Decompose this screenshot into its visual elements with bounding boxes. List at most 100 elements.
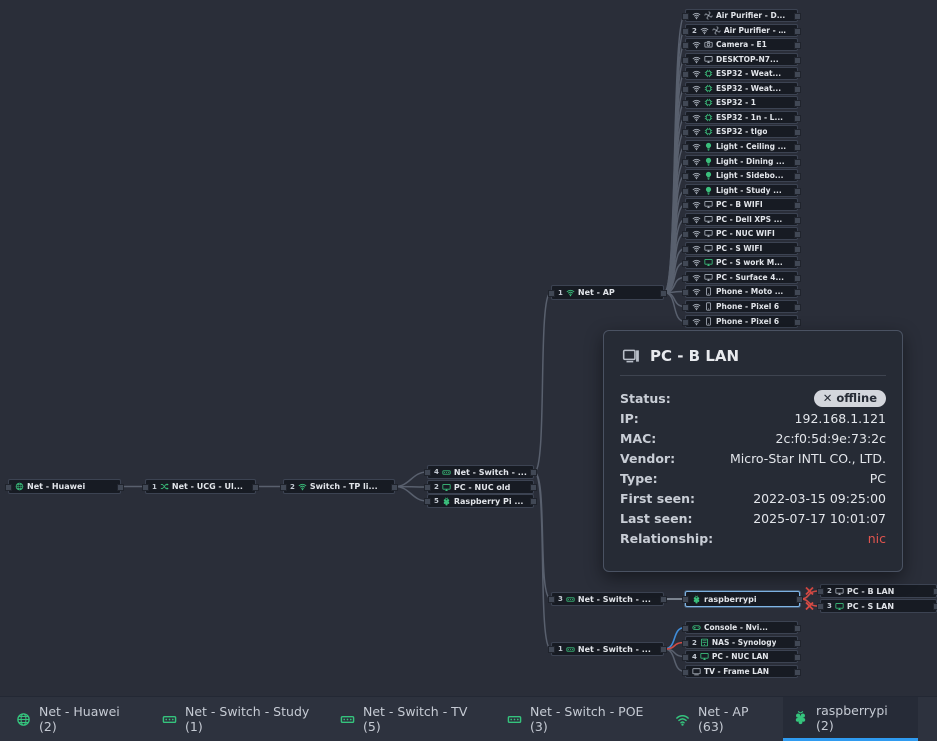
node-esp32-1[interactable]: ESP32 - 1 [685, 96, 798, 109]
node-label: PC - B LAN [847, 587, 895, 596]
node-label: Light - Sidebo... [716, 171, 783, 180]
wifi-icon [692, 142, 701, 151]
tab-net-huawei[interactable]: Net - Huawei (2) [6, 697, 146, 741]
node-net-ucg[interactable]: 1Net - UCG - Ul... [145, 479, 256, 494]
node-raspberrypi[interactable]: raspberrypi [685, 591, 800, 607]
node-pc-surface[interactable]: PC - Surface 4... [685, 271, 798, 284]
node-console-nvidia[interactable]: Console - Nvi... [685, 621, 798, 634]
node-net-switch-rpi[interactable]: 3Net - Switch - ... [551, 592, 664, 606]
tab-net-ap[interactable]: Net - AP (63) [665, 697, 773, 741]
node-air-purifier-x[interactable]: 2Air Purifier - X... [685, 24, 798, 37]
tab-net-switch-study[interactable]: Net - Switch - Study (1) [152, 697, 322, 741]
popup-row-first-seen: First seen:2022-03-15 09:25:00 [620, 488, 886, 508]
lightbulb-icon [704, 186, 713, 195]
node-phone-moto[interactable]: Phone - Moto ... [685, 285, 798, 298]
node-pc-b-lan[interactable]: 2 PC - B LAN [820, 584, 937, 598]
tab-raspberrypi[interactable]: raspberrypi (2) [783, 697, 918, 741]
node-light-study[interactable]: Light - Study ... [685, 184, 798, 197]
node-label: Net - Switch - ... [454, 468, 527, 477]
node-net-switch-tv[interactable]: 1Net - Switch - ... [551, 642, 664, 656]
node-badge: 2 [434, 483, 439, 491]
node-label: Phone - Pixel 6 [716, 317, 779, 326]
camera-icon [704, 40, 713, 49]
wifi-icon [692, 200, 701, 209]
phone-icon [704, 317, 713, 326]
popup-row-relationship: Relationship:nic [620, 528, 886, 548]
network-map-canvas[interactable]: Net - Huawei 1Net - UCG - Ul... 2Switch … [0, 0, 937, 697]
node-label: ESP32 - 1 [716, 98, 756, 107]
node-desktop-n7[interactable]: DESKTOP-N7... [685, 53, 798, 66]
node-light-sideboard[interactable]: Light - Sidebo... [685, 169, 798, 182]
field-label: Last seen: [620, 511, 692, 526]
node-label: Switch - TP li... [310, 482, 378, 491]
wifi-icon [692, 171, 701, 180]
node-nas-synology[interactable]: 2NAS - Synology [685, 636, 798, 649]
switch-icon [162, 712, 177, 727]
globe-icon [16, 712, 31, 727]
tab-net-switch-tv[interactable]: Net - Switch - TV (5) [330, 697, 480, 741]
monitor-icon [704, 258, 713, 267]
monitor-icon [704, 244, 713, 253]
node-raspberry-pi-old[interactable]: 5Raspberry Pi ... [427, 494, 534, 508]
pc-icon [622, 347, 640, 365]
node-label: PC - S work M... [716, 258, 783, 267]
node-label: ESP32 - tlgo [716, 127, 767, 136]
node-esp32-weat-1[interactable]: ESP32 - Weat... [685, 67, 798, 80]
wifi-icon [692, 244, 701, 253]
tv-icon [692, 667, 701, 676]
node-light-ceiling[interactable]: Light - Ceiling ... [685, 140, 798, 153]
node-pc-s-work[interactable]: PC - S work M... [685, 256, 798, 269]
monitor-icon [704, 229, 713, 238]
node-camera-e1[interactable]: Camera - E1 [685, 38, 798, 51]
node-label: Net - Switch - ... [578, 595, 651, 604]
node-light-dining[interactable]: Light - Dining ... [685, 155, 798, 168]
offline-x-icon: ✕ [823, 391, 833, 405]
node-badge: 4 [692, 653, 697, 661]
node-net-ap[interactable]: 1Net - AP [551, 285, 664, 300]
node-pc-nuc-old[interactable]: 2 PC - NUC old [427, 480, 534, 494]
nas-icon [700, 638, 709, 647]
wifi-icon [692, 317, 701, 326]
node-pc-nuc-lan[interactable]: 4PC - NUC LAN [685, 650, 798, 663]
node-air-purifier-d[interactable]: Air Purifier - D... [685, 9, 798, 22]
popup-header: PC - B LAN [620, 345, 886, 376]
node-tv-frame-lan[interactable]: TV - Frame LAN [685, 665, 798, 678]
chip-icon [704, 98, 713, 107]
node-phone-pixel6-b[interactable]: Phone - Pixel 6 [685, 315, 798, 328]
node-label: ESP32 - 1n - L... [716, 113, 783, 122]
node-label: PC - NUC old [454, 483, 510, 492]
wifi-icon [566, 288, 575, 297]
node-phone-pixel6-a[interactable]: Phone - Pixel 6 [685, 300, 798, 313]
device-tab-bar: Net - Huawei (2) Net - Switch - Study (1… [0, 696, 937, 741]
node-pc-s-wifi[interactable]: PC - S WIFI [685, 242, 798, 255]
node-label: Net - UCG - Ul... [172, 482, 243, 491]
switch-icon [566, 595, 575, 604]
field-value: 2025-07-17 10:01:07 [753, 511, 886, 526]
node-pc-dell-xps[interactable]: PC - Dell XPS ... [685, 213, 798, 226]
node-label: PC - S LAN [847, 602, 894, 611]
node-pc-nuc-wifi[interactable]: PC - NUC WIFI [685, 227, 798, 240]
node-net-huawei[interactable]: Net - Huawei [8, 479, 121, 494]
chip-icon [704, 84, 713, 93]
node-esp32-1n-l[interactable]: ESP32 - 1n - L... [685, 111, 798, 124]
wifi-icon [675, 712, 690, 727]
fan-icon [704, 11, 713, 20]
node-badge: 1 [558, 289, 563, 297]
tab-net-switch-poe[interactable]: Net - Switch - POE (3) [497, 697, 655, 741]
node-esp32-tlgo[interactable]: ESP32 - tlgo [685, 125, 798, 138]
globe-icon [15, 482, 24, 491]
node-pc-s-lan[interactable]: 3PC - S LAN [820, 599, 937, 613]
wifi-icon [692, 258, 701, 267]
wifi-icon [692, 98, 701, 107]
node-pc-b-wifi[interactable]: PC - B WIFI [685, 198, 798, 211]
node-badge: 2 [827, 587, 832, 595]
monitor-icon [704, 215, 713, 224]
wifi-icon [692, 55, 701, 64]
node-label: Air Purifier - X... [724, 26, 791, 35]
node-badge: 5 [434, 497, 439, 505]
node-esp32-weat-2[interactable]: ESP32 - Weat... [685, 82, 798, 95]
wifi-icon [692, 113, 701, 122]
node-net-switch-study[interactable]: 4Net - Switch - ... [427, 465, 534, 479]
node-label: Net - Switch - ... [578, 645, 651, 654]
node-switch-tp[interactable]: 2Switch - TP li... [283, 479, 395, 494]
